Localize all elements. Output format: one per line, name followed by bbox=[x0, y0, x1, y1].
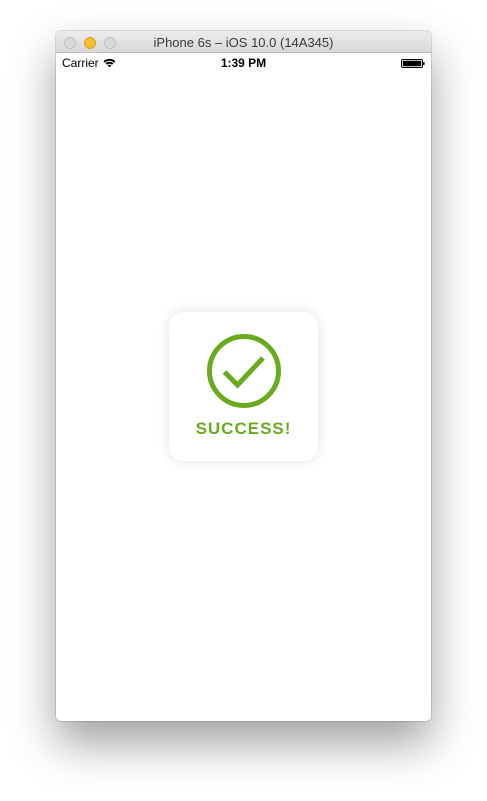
ios-status-bar: Carrier 1:39 PM bbox=[56, 53, 431, 73]
battery-icon bbox=[401, 59, 425, 68]
app-screen: SUCCESS! bbox=[56, 73, 431, 721]
desktop-background: iPhone 6s – iOS 10.0 (14A345) Carrier 1:… bbox=[0, 0, 487, 801]
success-hud: SUCCESS! bbox=[169, 312, 318, 461]
window-titlebar[interactable]: iPhone 6s – iOS 10.0 (14A345) bbox=[56, 31, 431, 53]
simulator-window: iPhone 6s – iOS 10.0 (14A345) Carrier 1:… bbox=[56, 31, 431, 721]
window-title: iPhone 6s – iOS 10.0 (14A345) bbox=[153, 35, 334, 50]
checkmark-circle-icon bbox=[207, 334, 281, 408]
success-message: SUCCESS! bbox=[195, 419, 292, 438]
status-bar-time: 1:39 PM bbox=[220, 56, 267, 70]
